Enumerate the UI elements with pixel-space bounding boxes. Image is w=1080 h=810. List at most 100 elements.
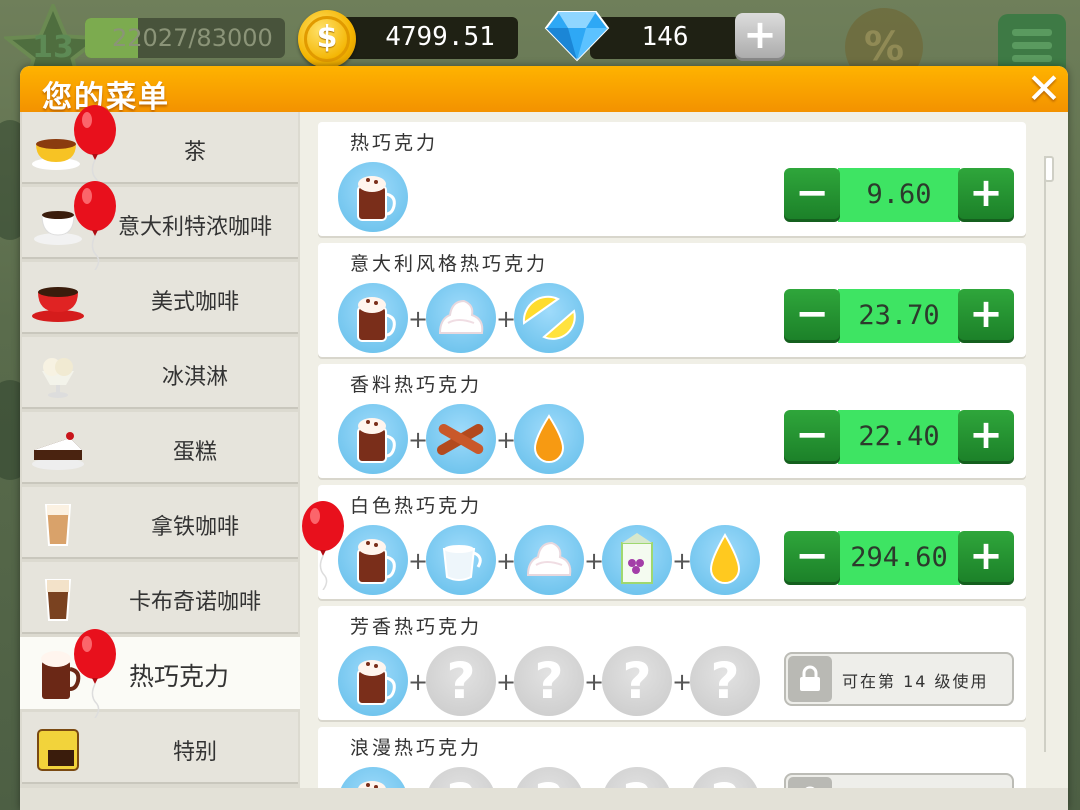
- price-value: 22.40: [838, 410, 960, 464]
- price-value: 9.60: [838, 168, 960, 222]
- recipe-name: 芳香热巧克力: [350, 616, 483, 638]
- category-label: 卡布奇诺咖啡: [128, 590, 261, 615]
- category-item[interactable]: 蛋糕: [22, 412, 298, 484]
- plus-sign: +: [672, 547, 693, 575]
- plus-sign: +: [584, 547, 605, 575]
- plus-sign: +: [408, 668, 429, 696]
- milk-jug-icon[interactable]: [426, 525, 496, 595]
- recipe-scrollbar[interactable]: [1044, 156, 1054, 752]
- plus-sign: +: [496, 668, 517, 696]
- category-label: 冰淇淋: [161, 365, 228, 390]
- diamond-icon: [544, 4, 610, 64]
- cake-icon: [30, 420, 86, 476]
- menu-dialog: 您的菜单 ✕ 茶意大利特浓咖啡 美式咖啡 冰淇淋 蛋糕 拿铁咖啡 卡布奇诺咖啡 热巧克力 特别…: [20, 66, 1068, 810]
- cappuccino-glass-icon: [30, 570, 86, 626]
- dialog-bottom-edge: [20, 788, 1068, 810]
- espresso-cup-icon: [30, 195, 86, 251]
- dialog-title: 您的菜单: [42, 80, 170, 115]
- hot-chocolate-icon[interactable]: [338, 525, 408, 595]
- category-label: 拿铁咖啡: [150, 515, 239, 540]
- increase-price-button[interactable]: +: [958, 531, 1014, 585]
- hot-chocolate-icon[interactable]: [338, 162, 408, 232]
- category-label: 热巧克力: [128, 662, 229, 691]
- increase-price-button[interactable]: +: [958, 410, 1014, 464]
- increase-price-button[interactable]: +: [958, 289, 1014, 343]
- category-label: 特别: [172, 740, 217, 765]
- gem-value: 146: [641, 22, 689, 52]
- dialog-header: 您的菜单 ✕: [20, 66, 1068, 115]
- plus-sign: +: [408, 547, 429, 575]
- category-item[interactable]: 卡布奇诺咖啡: [22, 562, 298, 634]
- recipe-card: 热巧克力 9.60− +: [318, 122, 1026, 236]
- plus-sign: +: [584, 668, 605, 696]
- honey-drop-icon[interactable]: [690, 525, 760, 595]
- latte-glass-icon: [30, 495, 86, 551]
- whipped-cream-icon[interactable]: [426, 283, 496, 353]
- category-item[interactable]: 特别: [22, 712, 298, 784]
- category-item[interactable]: 热巧克力: [20, 637, 300, 709]
- ice-cream-icon: [30, 345, 86, 401]
- price-stepper: 23.70− +: [784, 289, 1014, 343]
- category-item[interactable]: 拿铁咖啡: [22, 487, 298, 559]
- category-label: 美式咖啡: [150, 290, 239, 315]
- category-label: 意大利特浓咖啡: [117, 215, 272, 240]
- unknown-ingredient-icon[interactable]: ?: [602, 646, 672, 716]
- price-stepper: 22.40− +: [784, 410, 1014, 464]
- category-item[interactable]: 美式咖啡: [22, 262, 298, 334]
- coin-icon: $: [298, 10, 356, 68]
- recipe-name: 浪漫热巧克力: [350, 737, 483, 759]
- locked-recipe-badge: 可在第 14 级使用: [784, 652, 1014, 706]
- recipe-name: 热巧克力: [350, 132, 439, 154]
- decrease-price-button[interactable]: −: [784, 168, 840, 222]
- plus-sign: +: [672, 668, 693, 696]
- hot-chocolate-icon[interactable]: [338, 283, 408, 353]
- unknown-ingredient-icon[interactable]: ?: [426, 646, 496, 716]
- recipe-card: 芳香热巧克力 +? +? +? +? 可在第 14 级使用: [318, 606, 1026, 720]
- grape-juice-carton-icon[interactable]: [602, 525, 672, 595]
- plus-sign: +: [408, 305, 429, 333]
- whipped-cream-icon[interactable]: [514, 525, 584, 595]
- recipe-name: 白色热巧克力: [350, 495, 483, 517]
- category-label: 茶: [183, 140, 206, 165]
- hot-chocolate-icon[interactable]: [338, 404, 408, 474]
- close-icon[interactable]: ✕: [1026, 68, 1062, 110]
- scroll-thumb[interactable]: [1044, 156, 1054, 182]
- decrease-price-button[interactable]: −: [784, 289, 840, 343]
- recipe-card: 香料热巧克力 + +22.40− +: [318, 364, 1026, 478]
- category-item[interactable]: 冰淇淋: [22, 337, 298, 409]
- americano-cup-icon: [30, 270, 86, 326]
- coin-value: 4799.51: [385, 22, 495, 52]
- plus-sign: +: [408, 426, 429, 454]
- unlock-level-text: 可在第 14 级使用: [842, 672, 989, 691]
- price-stepper: 294.60− +: [784, 531, 1014, 585]
- increase-price-button[interactable]: +: [958, 168, 1014, 222]
- level-number: 13: [32, 30, 74, 65]
- tea-cup-icon: [30, 120, 86, 176]
- plus-sign: +: [496, 547, 517, 575]
- special-icon: [30, 720, 86, 776]
- price-value: 23.70: [838, 289, 960, 343]
- plus-sign: +: [496, 305, 517, 333]
- top-hud: 13 22027/83000 $ 4799.51 146 + %: [0, 0, 1080, 96]
- plus-sign: +: [496, 426, 517, 454]
- price-stepper: 9.60− +: [784, 168, 1014, 222]
- category-sidebar: 茶意大利特浓咖啡 美式咖啡冰淇淋蛋糕拿铁咖啡卡布奇诺咖啡热巧克力特别: [20, 112, 300, 810]
- recipe-card: 意大利风格热巧克力 + +23.70− +: [318, 243, 1026, 357]
- recipe-card: 白色热巧克力 + + + +294.60− +: [318, 485, 1026, 599]
- category-label: 蛋糕: [172, 440, 217, 465]
- category-item[interactable]: 茶: [22, 112, 298, 184]
- hot-chocolate-icon[interactable]: [338, 646, 408, 716]
- buy-gems-button[interactable]: +: [735, 13, 785, 61]
- decrease-price-button[interactable]: −: [784, 531, 840, 585]
- recipe-list[interactable]: 热巧克力 9.60− + 意大利风格热巧克力 + +23.70− + 香料热巧克力 + +22.4…: [316, 122, 1026, 810]
- xp-text: 22027/83000: [112, 24, 273, 52]
- unknown-ingredient-icon[interactable]: ?: [514, 646, 584, 716]
- syrup-icon[interactable]: [514, 404, 584, 474]
- category-item[interactable]: 意大利特浓咖啡: [22, 187, 298, 259]
- lock-icon: [788, 656, 832, 702]
- recipe-name: 意大利风格热巧克力: [350, 253, 549, 275]
- unknown-ingredient-icon[interactable]: ?: [690, 646, 760, 716]
- decrease-price-button[interactable]: −: [784, 410, 840, 464]
- lemon-icon[interactable]: [514, 283, 584, 353]
- cinnamon-icon[interactable]: [426, 404, 496, 474]
